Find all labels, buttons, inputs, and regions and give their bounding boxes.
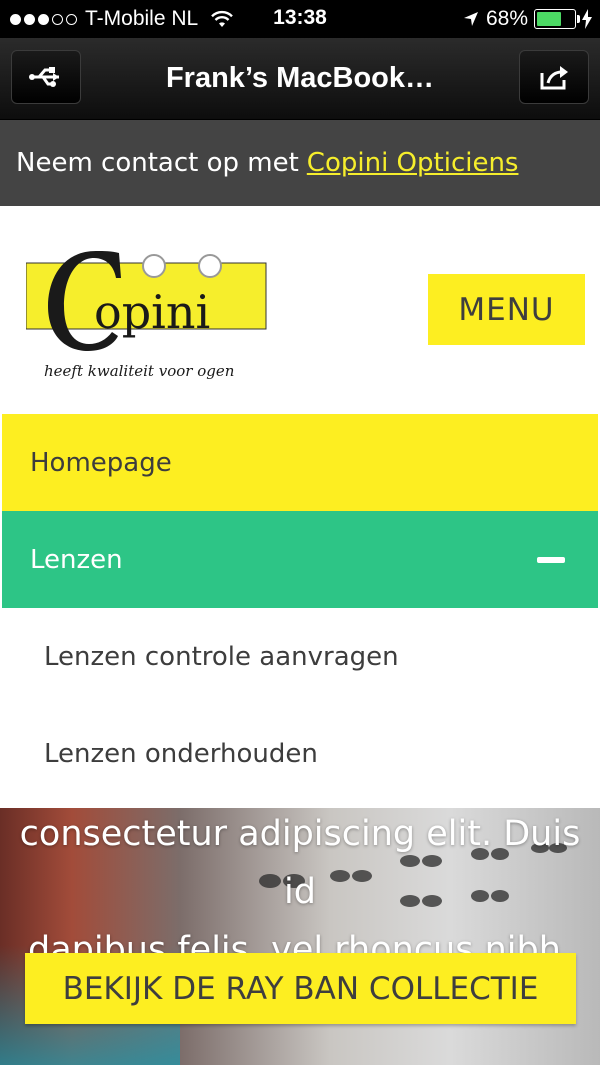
page-title: Frank’s MacBook… [165, 62, 435, 94]
battery-level [537, 12, 562, 26]
svg-text:heeft kwaliteit voor ogen: heeft kwaliteit voor ogen [44, 362, 234, 380]
navigation-menu: Homepage Lenzen Lenzen controle aanvrage… [2, 414, 598, 802]
menu-item-lenzen[interactable]: Lenzen [2, 511, 598, 608]
menu-item-label: Lenzen [30, 544, 123, 575]
menu-item-label: Homepage [30, 447, 172, 478]
hero-text-line: consectetur adipiscing elit. Duis id [19, 814, 581, 912]
menu-item-homepage[interactable]: Homepage [2, 414, 598, 511]
contact-prefix: Neem contact op met [16, 148, 299, 178]
battery-percent: 68% [485, 7, 528, 30]
location-arrow-icon [463, 12, 478, 26]
share-icon [540, 66, 568, 90]
status-right: 68% [462, 7, 592, 31]
site-header: opini heeft kwaliteit voor ogen MENU [0, 206, 600, 414]
menu-item-label: Lenzen onderhouden [44, 738, 318, 769]
contact-link[interactable]: Copini Opticiens [307, 148, 519, 178]
browser-navbar: Frank’s MacBook… [0, 38, 600, 120]
share-button[interactable] [519, 50, 589, 104]
ray-ban-collection-button[interactable]: BEKIJK DE RAY BAN COLLECTIE [25, 953, 576, 1024]
battery-icon [534, 9, 580, 29]
svg-text:opini: opini [94, 285, 210, 339]
submenu-item-lenzen-controle[interactable]: Lenzen controle aanvragen [2, 608, 598, 705]
usb-share-icon [29, 67, 59, 87]
usb-share-button[interactable] [11, 50, 81, 104]
collapse-icon[interactable] [537, 557, 565, 563]
hero-banner: consectetur adipiscing elit. Duis id dap… [0, 808, 600, 1065]
contact-banner: Neem contact op met Copini Opticiens [0, 120, 600, 206]
status-bar: T-Mobile NL 13:38 68% [0, 0, 600, 38]
charging-icon [582, 9, 592, 29]
submenu-item-lenzen-onderhouden[interactable]: Lenzen onderhouden [2, 705, 598, 802]
menu-item-label: Lenzen controle aanvragen [44, 641, 399, 672]
copini-logo[interactable]: opini heeft kwaliteit voor ogen [25, 236, 276, 386]
menu-button[interactable]: MENU [428, 274, 585, 345]
